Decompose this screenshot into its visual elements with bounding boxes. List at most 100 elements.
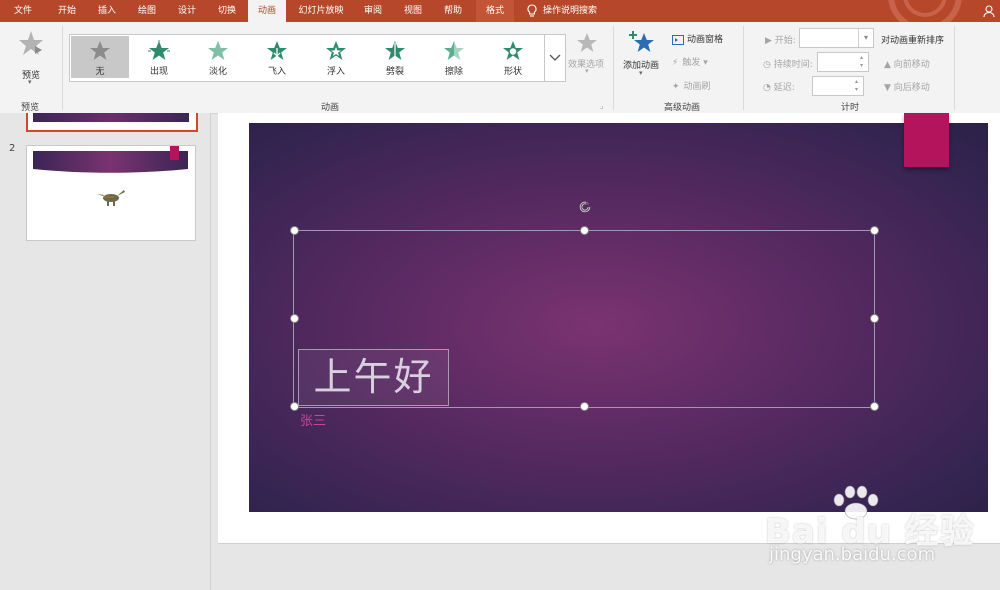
effect-options-button[interactable]: 效果选项 ▾ [566, 30, 608, 86]
animation-fly-in[interactable]: 飞入 [248, 36, 306, 78]
star-float-icon [326, 41, 346, 60]
slide-thumbnail-2[interactable] [26, 145, 196, 241]
slide-thumbnail-pane: 2 [0, 113, 211, 590]
group-divider [743, 26, 744, 110]
tab-draw[interactable]: 绘图 [128, 0, 166, 22]
animation-float-in[interactable]: 浮入 [307, 36, 365, 78]
duration-stepper[interactable]: ▴ ▾ [817, 52, 869, 72]
spin-up-icon: ▴ [855, 78, 859, 85]
preview-dropdown-icon[interactable]: ▾ [28, 78, 32, 86]
animation-painter-label: 动画刷 [683, 82, 711, 92]
spin-down-icon: ▾ [860, 62, 864, 69]
group-label-animation: 动画 [320, 103, 339, 113]
start-dropdown[interactable]: ▾ [799, 28, 874, 48]
animation-shape[interactable]: 形状 [484, 36, 542, 78]
spin-up-icon: ▴ [860, 54, 864, 61]
animation-wipe-label: 擦除 [444, 67, 463, 77]
tab-insert[interactable]: 插入 [88, 0, 126, 22]
tab-file[interactable]: 文件 [4, 0, 42, 22]
animation-painter-button: ✦ 动画刷 [672, 79, 711, 92]
ribbon-tab-bar: 文件 开始 插入 绘图 设计 切换 动画 幻灯片放映 审阅 视图 帮助 格式 操… [0, 0, 1000, 30]
animation-wipe[interactable]: 擦除 [425, 36, 483, 78]
star-split-icon [385, 41, 405, 60]
star-arrow-icon [267, 41, 287, 60]
start-label: ▶ 开始: [765, 33, 796, 46]
tab-view[interactable]: 视图 [394, 0, 432, 22]
move-earlier-button: ▲ 向前移动 [884, 57, 930, 70]
resize-handle[interactable] [290, 226, 299, 235]
tab-transitions[interactable]: 切换 [208, 0, 246, 22]
dialog-launcher-icon[interactable]: ⌟ [600, 102, 603, 110]
animation-shape-label: 形状 [503, 67, 522, 77]
effect-options-star-icon [577, 33, 597, 52]
baidu-watermark: Bai du 经验 jingyan.baidu.com [765, 484, 995, 574]
watermark-url: jingyan.baidu.com [769, 544, 936, 565]
group-label-advanced: 高级动画 [663, 103, 700, 113]
tab-design[interactable]: 设计 [168, 0, 206, 22]
delay-stepper[interactable]: ▴ ▾ [812, 76, 864, 96]
slide-thumbnail-1[interactable] [26, 113, 198, 132]
animation-none-label: 无 [95, 67, 105, 77]
slide-title-text[interactable]: 上午好 [298, 349, 449, 406]
tell-me-label: 操作说明搜索 [543, 6, 598, 16]
star-gray-icon [90, 41, 110, 60]
animation-appear-label: 出现 [149, 67, 168, 77]
chevron-down-icon [549, 54, 561, 61]
tab-format[interactable]: 格式 [476, 0, 514, 22]
rotate-handle-icon[interactable] [576, 198, 594, 216]
tab-review[interactable]: 审阅 [354, 0, 392, 22]
tell-me-search[interactable]: 操作说明搜索 [526, 0, 597, 22]
resize-handle[interactable] [870, 402, 879, 411]
star-burst-icon [148, 40, 170, 60]
animation-float-in-label: 浮入 [326, 67, 345, 77]
reorder-animation-label: 对动画重新排序 [881, 36, 945, 46]
resize-handle[interactable] [290, 314, 299, 323]
delay-label-text: 延迟: [773, 83, 795, 93]
trigger-label: 触发 [682, 58, 701, 68]
chevron-down-icon: ▾ [858, 29, 873, 47]
lightbulb-icon [527, 3, 537, 17]
duration-label-text: 持续时间: [773, 60, 813, 70]
animation-split-label: 劈裂 [385, 67, 404, 77]
trigger-button: ⚡ 触发 ▾ [672, 58, 708, 68]
tab-help[interactable]: 帮助 [434, 0, 472, 22]
slide-subtitle-text[interactable]: 张三 [300, 410, 326, 429]
resize-handle[interactable] [870, 314, 879, 323]
animation-split[interactable]: 劈裂 [366, 36, 424, 78]
preview-star-icon [19, 31, 43, 55]
resize-handle[interactable] [870, 226, 879, 235]
play-icon: ▶ [765, 36, 772, 46]
add-animation-dropdown-icon: ▾ [639, 69, 643, 77]
animation-fade-label: 淡化 [208, 67, 227, 77]
gallery-more-button[interactable] [544, 34, 566, 82]
move-later-button: ▼ 向后移动 [884, 80, 930, 93]
animation-appear[interactable]: 出现 [130, 36, 188, 78]
thumbnail-1-image [33, 113, 189, 122]
star-shape-icon [503, 41, 523, 60]
move-earlier-label: 向前移动 [893, 60, 930, 70]
slide-corner-tag[interactable] [904, 113, 949, 167]
resize-handle[interactable] [580, 226, 589, 235]
animation-fly-in-label: 飞入 [267, 67, 286, 77]
painter-icon: ✦ [672, 82, 680, 92]
animation-fade[interactable]: 淡化 [189, 36, 247, 78]
tab-slideshow[interactable]: 幻灯片放映 [290, 0, 352, 22]
effect-options-dropdown-icon: ▾ [585, 67, 589, 75]
user-account-icon[interactable] [982, 4, 996, 18]
preview-button[interactable]: 预览 ▾ [12, 28, 50, 86]
resize-handle[interactable] [580, 402, 589, 411]
star-faded-icon [208, 41, 228, 60]
group-divider [62, 26, 63, 110]
animation-pane-button[interactable]: 动画窗格 [672, 32, 723, 45]
group-label-timing: 计时 [840, 103, 859, 113]
clock-icon: ◷ [763, 60, 771, 70]
tab-home[interactable]: 开始 [48, 0, 86, 22]
animation-none[interactable]: 无 [71, 36, 129, 78]
add-animation-button[interactable]: 添加动画 ▾ [620, 28, 664, 86]
tab-animations[interactable]: 动画 [248, 0, 286, 22]
lightning-icon: ⚡ [672, 58, 679, 68]
duration-label: ◷ 持续时间: [763, 57, 813, 70]
animation-gallery: 无 出现 淡化 飞入 浮入 劈裂 擦除 形状 [69, 34, 566, 82]
animation-pane-icon [672, 34, 684, 45]
group-divider [613, 26, 614, 110]
